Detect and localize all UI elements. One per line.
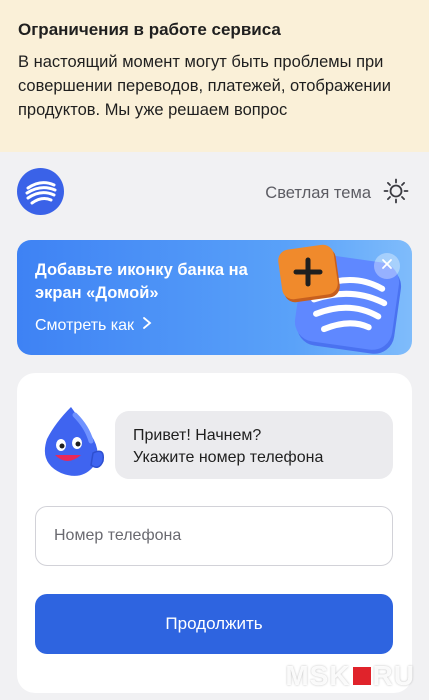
- show-how-label: Смотреть как: [35, 316, 135, 334]
- phone-input[interactable]: [35, 506, 393, 566]
- greeting-line-2: Укажите номер телефона: [133, 449, 324, 466]
- sun-icon: [383, 178, 409, 209]
- close-banner-button[interactable]: [374, 253, 400, 279]
- chevron-right-icon: [142, 316, 152, 335]
- alert-text: В настоящий момент могут быть проблемы п…: [18, 53, 391, 119]
- service-alert: Ограничения в работе сервиса В настоящий…: [0, 0, 429, 152]
- greeting-line-1: Привет! Начнем?: [133, 427, 262, 444]
- add-icon-banner[interactable]: Добавьте иконку банка на экран «Домой» С…: [17, 240, 412, 355]
- banner-title: Добавьте иконку банка на экран «Домой»: [35, 261, 248, 302]
- mascot-icon: [35, 403, 107, 484]
- watermark-right: RU: [372, 660, 415, 691]
- watermark-left: MSK: [285, 660, 351, 691]
- close-icon: [381, 257, 393, 275]
- continue-button[interactable]: Продолжить: [35, 594, 393, 654]
- watermark-logo: MSK RU: [285, 660, 415, 692]
- alert-title: Ограничения в работе сервиса: [18, 20, 281, 39]
- bank-logo-icon: [17, 168, 64, 215]
- watermark-square: [352, 667, 371, 685]
- greeting-bubble: Привет! Начнем? Укажите номер телефона: [115, 411, 393, 479]
- theme-label: Светлая тема: [265, 184, 371, 202]
- theme-toggle[interactable]: Светлая тема: [265, 178, 409, 209]
- show-how-link[interactable]: Смотреть как: [35, 316, 152, 335]
- login-card: Привет! Начнем? Укажите номер телефона П…: [17, 373, 412, 693]
